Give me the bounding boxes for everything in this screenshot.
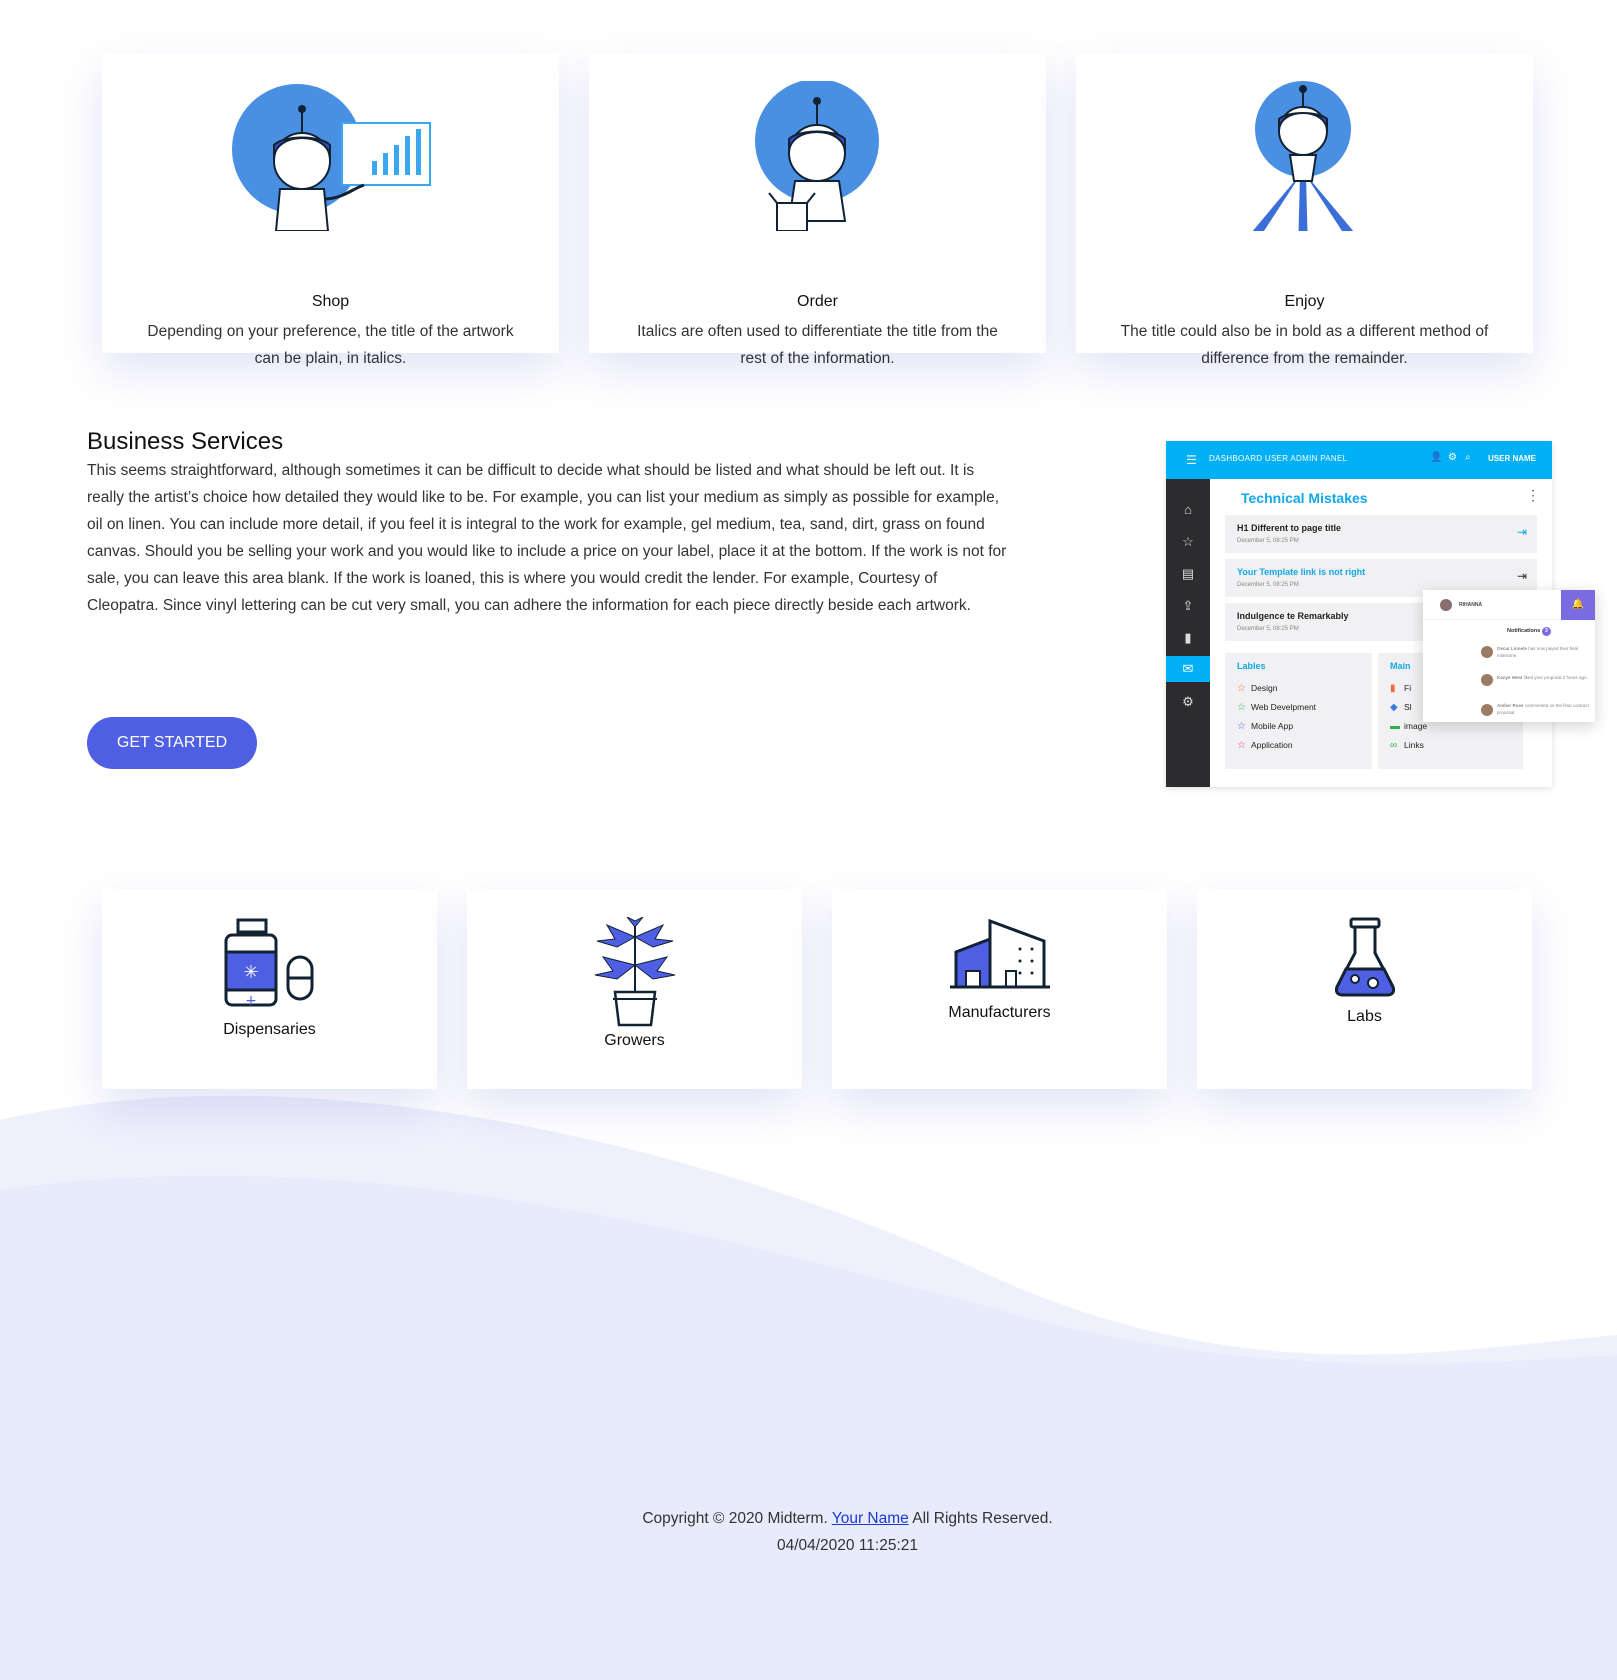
dashboard-sidebar: ⌂ ☆ ▤ ⇪ ▮ ✉ ⚙ [1166,479,1210,787]
bar-chart-icon: ▮ [1184,630,1192,645]
document-icon: ▤ [1181,566,1195,581]
feature-text: Depending on your preference, the title … [147,323,514,367]
list-item: H1 Different to page title December 5, 0… [1225,515,1537,553]
row-title: H1 Different to page title [1237,523,1342,533]
background-wave [0,1095,1617,1680]
main-item: ▬ image [1390,721,1428,732]
star-icon: ☆ [1237,702,1246,713]
category-label: Manufacturers [948,1004,1051,1021]
feature-title: Order [797,293,838,310]
feature-text: Italics are often used to differentiate … [637,323,998,367]
factory-icon [950,918,1050,989]
svg-text:+: + [245,993,257,1009]
category-card-manufacturers: Manufacturers [832,889,1167,1089]
notif-item: Kanye West liked your proposal 2 hours a… [1497,675,1588,680]
home-icon: ⌂ [1184,502,1192,517]
flask-icon [1335,917,1395,997]
copyright-prefix: Copyright © 2020 Midterm. [642,1510,828,1527]
category-label: Labs [1347,1008,1382,1025]
medicine-bottle-icon: ✳ + [224,918,314,1009]
robot-box-icon [755,81,879,231]
main-item: ∞ Links [1390,740,1424,751]
row-title: Your Template link is not right [1237,567,1366,577]
notifications-popup: RIHANNA 🔔 Notifications 3 Oscar Linnete … [1423,590,1595,722]
user-icon: 👤 [1430,452,1443,463]
label-item: ☆ Mobile App [1237,721,1294,732]
feature-title: Enjoy [1284,293,1325,310]
category-card-dispensaries: ✳ + Dispensaries [102,889,437,1089]
avatar [1481,646,1493,658]
row-date: December 5, 08:25 PM [1237,626,1299,632]
menu-icon: ☰ [1186,453,1197,467]
category-card-labs: Labs [1197,889,1532,1089]
more-icon: ⋮ [1526,487,1540,503]
bell-icon: 🔔 [1561,590,1595,620]
author-link[interactable]: Your Name [832,1510,909,1527]
dashboard-title: DASHBOARD USER ADMIN PANEL [1209,454,1348,463]
tag-icon: ◆ [1390,702,1398,713]
category-label: Growers [604,1032,665,1049]
notif-item: Oscar Linnete has now payed their final … [1497,646,1579,658]
share-icon: ⇥ [1516,569,1527,583]
row-date: December 5, 08:25 PM [1237,582,1299,588]
notif-item: Amber Rose commented on the final contra… [1497,703,1589,715]
label-item: ☆ Web Develpment [1237,702,1317,713]
mail-icon: ✉ [1166,656,1210,682]
section-body: This seems straightforward, although som… [87,462,1007,614]
category-card-growers: Growers [467,889,802,1089]
avatar [1481,674,1493,686]
potted-plant-icon [594,917,676,1027]
feature-title: Shop [311,293,350,310]
notif-user: RIHANNA [1459,602,1483,608]
labels-heading: Lables [1237,661,1266,671]
share-icon: ⇥ [1516,525,1527,539]
star-icon: ☆ [1182,534,1194,549]
search-icon: ⌕ [1465,452,1471,463]
footer: Copyright © 2020 Midterm. Your Name All … [0,1505,1617,1559]
file-icon: ▮ [1390,683,1396,694]
timestamp: 04/04/2020 11:25:21 [776,1537,919,1554]
main-item: ◆ Sl [1390,702,1412,713]
label-item: ☆ Application [1237,740,1293,751]
label-item: ☆ Design [1237,683,1278,694]
star-icon: ☆ [1237,721,1246,732]
robot-chart-icon [232,84,431,231]
notifications-header: RIHANNA 🔔 [1423,590,1595,620]
star-icon: ☆ [1237,683,1246,694]
avatar [1440,599,1452,611]
robot-light-icon [1252,81,1354,231]
row-date: December 5, 08:25 PM [1237,538,1299,544]
row-title: Indulgence te Remarkably [1237,611,1349,621]
notif-count-badge: 3 [1541,627,1551,636]
avatar [1481,704,1493,716]
section-heading: Business Services [87,428,284,455]
copyright-line: Copyright © 2020 Midterm. Your Name All … [0,1505,1617,1532]
notifications-title: Notifications 3 [1507,627,1551,636]
image-icon: ▬ [1390,721,1400,732]
feature-card-enjoy: Enjoy The title could also be in bold as… [1076,53,1533,367]
feature-card-order: Order Italics are often used to differen… [589,53,1046,367]
feature-card-shop: Shop Depending on your preference, the t… [102,53,559,367]
settings-icon: ⚙ [1182,694,1194,709]
upload-icon: ⇪ [1182,598,1194,613]
gear-icon: ⚙ [1448,452,1457,463]
main-heading: Main [1390,661,1411,671]
business-services-section: Business Services This seems straightfor… [87,427,1007,619]
labels-box: Lables ☆ Design ☆ Web Develpment ☆ Mobile A… [1225,653,1372,769]
svg-text:✳: ✳ [243,962,258,983]
main-item: ▮ Fi [1390,683,1412,694]
user-name: USER NAME [1488,454,1537,463]
dashboard-topbar: ☰ DASHBOARD USER ADMIN PANEL 👤 ⚙ ⌕ USER … [1166,441,1552,479]
get-started-button[interactable]: GET STARTED [87,717,257,769]
feature-text: The title could also be in bold as a dif… [1120,323,1489,367]
category-label: Dispensaries [223,1021,316,1038]
panel-title: Technical Mistakes [1241,490,1368,506]
star-icon: ☆ [1237,740,1246,751]
link-icon: ∞ [1390,740,1398,751]
copyright-suffix: All Rights Reserved. [912,1510,1053,1527]
